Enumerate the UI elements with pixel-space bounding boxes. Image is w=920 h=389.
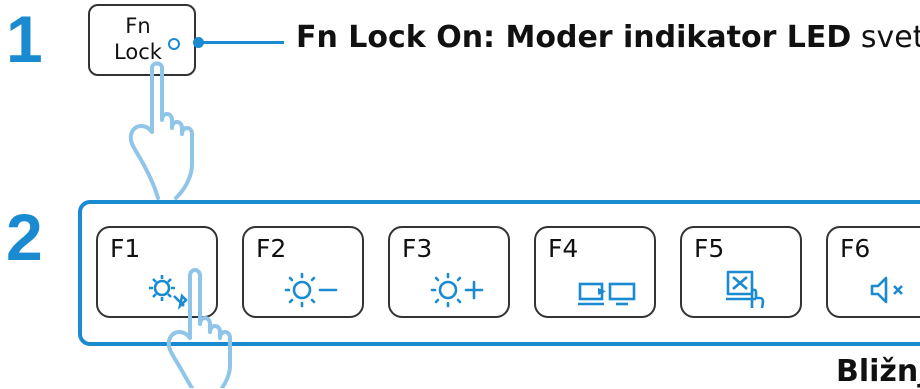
f2-key-label: F2: [256, 234, 287, 263]
callout-dot: [193, 37, 204, 48]
fn-lock-description-rest: sveti: [860, 20, 920, 55]
f3-key-label: F3: [402, 234, 433, 263]
touchpad-toggle-icon: [726, 270, 765, 309]
callout-line: [196, 41, 284, 44]
fn-lock-led-indicator: [168, 38, 180, 50]
f4-key[interactable]: F4: [534, 226, 656, 318]
fn-lock-key-line1: Fn: [125, 14, 151, 38]
brightness-up-icon: [430, 272, 484, 308]
fn-lock-description-bold: Fn Lock On: Moder indikator LED: [296, 20, 852, 55]
fn-lock-description: Fn Lock On: Moder indikator LED sveti: [296, 20, 920, 55]
f5-key-label: F5: [694, 234, 725, 263]
f2-key[interactable]: F2: [242, 226, 364, 318]
f4-key-label: F4: [548, 234, 579, 263]
pointing-hand-icon: [128, 61, 194, 200]
f6-key-label: F6: [840, 234, 871, 263]
shortcut-heading-partial: Bližnj: [836, 354, 920, 389]
display-switch-icon: [578, 282, 636, 306]
f5-key[interactable]: F5: [680, 226, 802, 318]
step-1-number: 1: [6, 2, 43, 76]
pointing-hand-icon: [166, 268, 232, 388]
brightness-down-icon: [284, 272, 338, 308]
step-2-number: 2: [6, 200, 43, 274]
f6-key[interactable]: F6: [826, 226, 920, 318]
f1-key-label: F1: [110, 234, 141, 263]
mute-icon: [870, 276, 903, 304]
f3-key[interactable]: F3: [388, 226, 510, 318]
